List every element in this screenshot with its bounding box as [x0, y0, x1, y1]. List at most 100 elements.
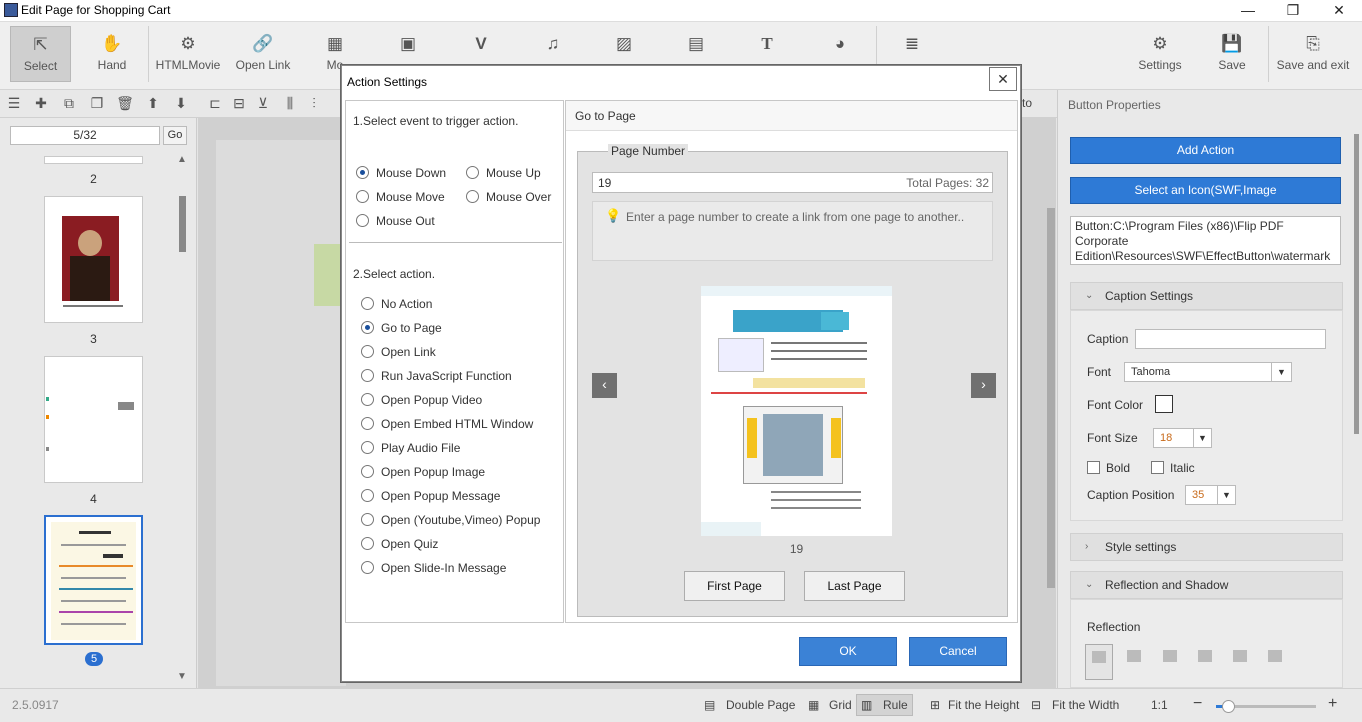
reflection-option[interactable] [1159, 644, 1183, 672]
align-left-icon[interactable]: ⊏ [206, 94, 224, 112]
align-bottom-icon[interactable]: ⊻ [254, 94, 272, 112]
rule-toggle[interactable]: ▥ Rule [856, 694, 913, 716]
settings-label: Settings [1138, 58, 1182, 72]
reflection-option[interactable] [1194, 644, 1218, 672]
zoom-in-icon[interactable]: + [1328, 695, 1337, 713]
action-radio-open-slide-in-message[interactable]: Open Slide-In Message [361, 561, 506, 575]
next-page-button[interactable]: › [971, 373, 996, 398]
add-action-button[interactable]: Add Action [1070, 137, 1341, 164]
double-page-button[interactable]: Double Page [726, 698, 795, 712]
grid-button[interactable]: Grid [829, 698, 852, 712]
page-thumbnail-3[interactable] [44, 196, 143, 323]
reflection-option[interactable] [1085, 644, 1113, 680]
open-link-button[interactable]: 🔗 Open Link [230, 22, 296, 90]
maximize-button[interactable]: ❐ [1270, 0, 1316, 22]
button-element[interactable] [314, 244, 342, 306]
distribute-v-icon[interactable]: ⫶ [305, 94, 323, 112]
action-radio-open-quiz[interactable]: Open Quiz [361, 537, 438, 551]
move-up-icon[interactable]: ⬆ [144, 94, 162, 112]
event-radio-mouse-down[interactable]: Mouse Down [356, 166, 446, 180]
page-number-input[interactable]: 5/32 [10, 126, 160, 145]
event-radio-mouse-out[interactable]: Mouse Out [356, 214, 435, 228]
save-and-exit-button[interactable]: ⎘ Save and exit [1272, 22, 1354, 90]
move-down-icon[interactable]: ⬇ [172, 94, 190, 112]
event-radio-mouse-move[interactable]: Mouse Move [356, 190, 445, 204]
close-window-button[interactable]: ✕ [1316, 0, 1362, 22]
action-radio-open-youtube-vimeo-popup[interactable]: Open (Youtube,Vimeo) Popup [361, 513, 540, 527]
add-page-icon[interactable]: ✚ [32, 94, 50, 112]
first-page-button[interactable]: First Page [684, 571, 785, 601]
page-number-input[interactable]: 19 Total Pages: 32 [592, 172, 993, 193]
align-center-icon[interactable]: ⊟ [230, 94, 248, 112]
action-label: Open (Youtube,Vimeo) Popup [381, 513, 541, 527]
list-icon: ≣ [904, 34, 920, 53]
event-radio-mouse-over[interactable]: Mouse Over [466, 190, 551, 204]
bold-checkbox[interactable] [1087, 461, 1100, 474]
italic-checkbox[interactable] [1151, 461, 1164, 474]
portrait-image [62, 216, 119, 301]
action-radio-open-popup-video[interactable]: Open Popup Video [361, 393, 482, 407]
action-radio-run-javascript-function[interactable]: Run JavaScript Function [361, 369, 512, 383]
dialog-close-button[interactable]: ✕ [989, 67, 1017, 91]
thumbnail-scrollbar[interactable] [179, 196, 186, 252]
caption-position-select[interactable]: 35 ▼ [1185, 485, 1236, 505]
fit-height-icon: ⊞ [930, 698, 941, 712]
page-thumbnail-4[interactable] [44, 356, 143, 483]
style-settings-header[interactable]: › Style settings [1070, 533, 1343, 561]
zoom-handle[interactable] [1222, 700, 1235, 713]
distribute-icon[interactable]: ⫼ [281, 94, 299, 112]
hand-label: Hand [97, 58, 127, 72]
canvas-scrollbar[interactable] [1047, 208, 1055, 588]
chevron-down-icon: ▼ [1193, 429, 1211, 447]
ratio-button[interactable]: 1:1 [1151, 698, 1168, 712]
save-icon: 💾 [1221, 34, 1243, 53]
save-button[interactable]: 💾 Save [1203, 22, 1261, 90]
reflection-shadow-header[interactable]: ⌄ Reflection and Shadow [1070, 571, 1343, 599]
last-page-button[interactable]: Last Page [804, 571, 905, 601]
action-radio-play-audio-file[interactable]: Play Audio File [361, 441, 460, 455]
copy-pages-icon[interactable]: ⧉ [60, 94, 78, 112]
reflection-option[interactable] [1229, 644, 1253, 672]
reflection-option[interactable] [1264, 644, 1288, 672]
total-pages-label: Total Pages: 32 [906, 176, 989, 190]
page-thumbnail-2[interactable] [44, 156, 143, 164]
fit-width-button[interactable]: Fit the Width [1052, 698, 1119, 712]
action-options-pane: 1.Select event to trigger action. Mouse … [345, 100, 564, 623]
minimize-button[interactable]: — [1225, 0, 1271, 22]
htmlmovie-button[interactable]: ⚙ HTMLMovie [153, 22, 223, 90]
cancel-button[interactable]: Cancel [909, 637, 1007, 666]
font-size-select[interactable]: 18 ▼ [1153, 428, 1212, 448]
duplicate-icon[interactable]: ❐ [88, 94, 106, 112]
hand-tool-button[interactable]: ✋ Hand [82, 22, 142, 90]
caption-settings-header[interactable]: ⌄ Caption Settings [1070, 282, 1343, 310]
zoom-slider[interactable] [1216, 700, 1316, 713]
action-radio-open-popup-message[interactable]: Open Popup Message [361, 489, 500, 503]
settings-button[interactable]: ⚙ Settings [1130, 22, 1190, 90]
prev-page-button[interactable]: ‹ [592, 373, 617, 398]
action-radio-open-popup-image[interactable]: Open Popup Image [361, 465, 485, 479]
go-button[interactable]: Go [163, 126, 187, 145]
list-view-icon[interactable]: ☰ [5, 94, 23, 112]
action-radio-no-action[interactable]: No Action [361, 297, 432, 311]
ok-button[interactable]: OK [799, 637, 897, 666]
style-settings-label: Style settings [1105, 540, 1177, 554]
radio-indicator [361, 513, 374, 526]
select-tool-button[interactable]: ⇱ Select [10, 26, 71, 82]
action-radio-go-to-page[interactable]: Go to Page [361, 321, 442, 335]
scroll-up-icon[interactable]: ▲ [177, 154, 187, 165]
font-color-swatch[interactable] [1155, 395, 1173, 413]
fit-height-button[interactable]: Fit the Height [948, 698, 1019, 712]
delete-icon[interactable]: 🗑 [116, 94, 134, 112]
caption-input[interactable] [1135, 329, 1326, 349]
action-radio-open-embed-html-window[interactable]: Open Embed HTML Window [361, 417, 533, 431]
chevron-down-icon: ▼ [1271, 363, 1291, 381]
page-thumbnail-5[interactable] [44, 515, 143, 645]
panel-scrollbar[interactable] [1354, 134, 1359, 434]
reflection-option[interactable] [1123, 644, 1147, 672]
action-radio-open-link[interactable]: Open Link [361, 345, 436, 359]
event-radio-mouse-up[interactable]: Mouse Up [466, 166, 541, 180]
font-select[interactable]: Tahoma ▼ [1124, 362, 1292, 382]
scroll-down-icon[interactable]: ▼ [177, 671, 187, 682]
zoom-out-icon[interactable]: − [1193, 695, 1202, 713]
select-icon-button[interactable]: Select an Icon(SWF,Image [1070, 177, 1341, 204]
